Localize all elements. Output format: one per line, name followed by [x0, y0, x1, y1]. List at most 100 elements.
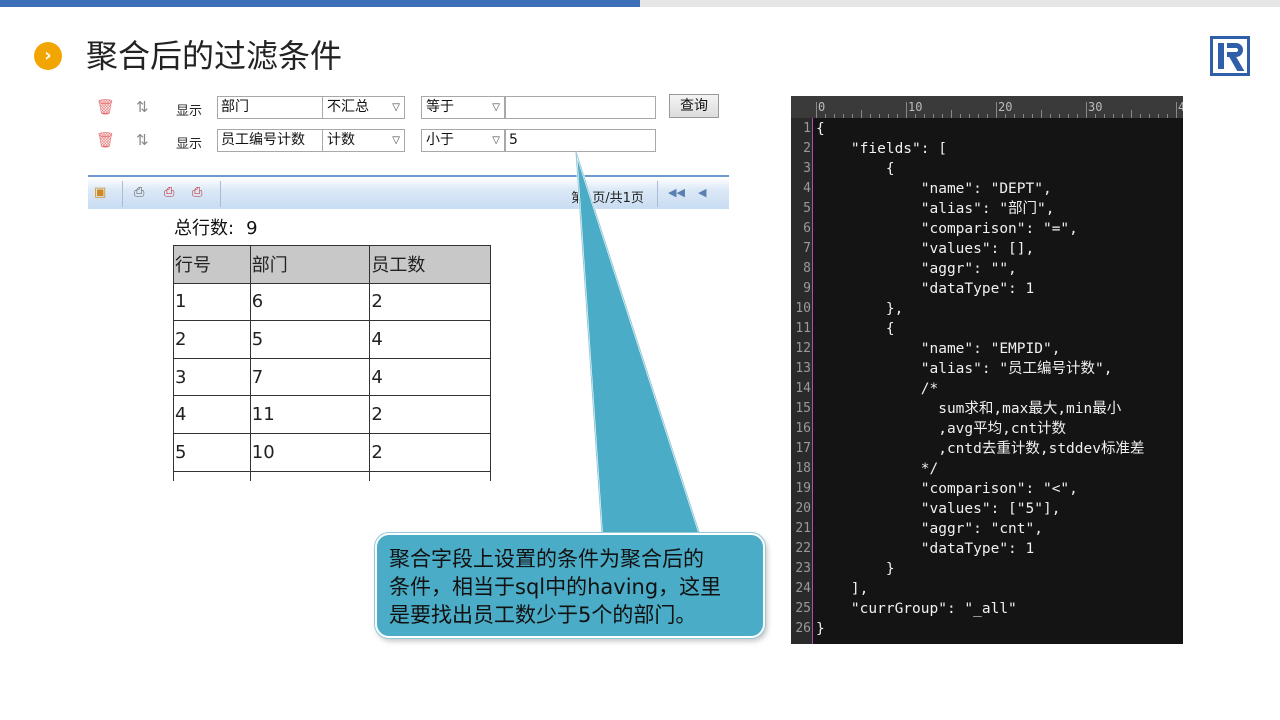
sort-icon[interactable]: ⇅	[136, 98, 150, 116]
print-preview-icon[interactable]: ⎙	[192, 185, 208, 201]
r-logo-icon	[1210, 36, 1250, 76]
chevron-down-icon: ▽	[392, 135, 400, 146]
field-name-input[interactable]: 部门	[217, 96, 323, 119]
table-cell: 11	[249, 395, 371, 434]
callout-box: 聚合字段上设置的条件为聚合后的 条件，相当于sql中的having，这里 是要找…	[375, 533, 765, 638]
top-gray-bar	[640, 0, 1280, 7]
show-label: 显示	[176, 104, 203, 119]
line-number: 3	[803, 161, 811, 176]
ruler-tick	[1149, 114, 1150, 118]
line-number: 11	[795, 321, 811, 336]
show-label: 显示	[176, 137, 203, 152]
ruler-label: 0	[818, 100, 826, 114]
ruler-tick	[879, 114, 880, 118]
chevron-down-icon: ▽	[392, 102, 400, 113]
field-name-input[interactable]: 员工编号计数	[217, 129, 323, 152]
ruler-tick	[825, 114, 826, 118]
table-cell: 1	[173, 282, 251, 322]
aggregate-select[interactable]: 不汇总 ▽	[322, 96, 405, 119]
print-pdf-icon[interactable]: ⎙	[164, 185, 180, 201]
ruler-tick	[987, 114, 988, 118]
table-cell: 5	[173, 432, 251, 472]
toolbar-divider	[122, 181, 123, 207]
code-line: "aggr": "",	[816, 261, 1017, 277]
line-number: 21	[795, 521, 811, 536]
value-input[interactable]	[505, 96, 656, 119]
callout-line: 是要找出员工数少于5个的部门。	[389, 603, 697, 627]
ruler-tick	[816, 102, 817, 118]
ruler-tick	[1050, 114, 1051, 118]
code-line: "values": [],	[816, 241, 1035, 257]
total-rows-value: 9	[246, 218, 258, 239]
code-line: "dataType": 1	[816, 541, 1035, 557]
query-button[interactable]: 查询	[669, 94, 719, 118]
ruler-tick	[951, 110, 952, 118]
ruler-tick	[1032, 114, 1033, 118]
ruler-tick	[1086, 102, 1087, 118]
ruler-tick	[942, 114, 943, 118]
ruler-tick	[888, 114, 889, 118]
code-line: "currGroup": "_all"	[816, 601, 1017, 617]
line-number: 26	[795, 621, 811, 636]
line-number: 20	[795, 501, 811, 516]
ruler-label: 40	[1178, 100, 1183, 114]
line-number: 18	[795, 461, 811, 476]
callout-line: 条件，相当于sql中的having，这里	[389, 575, 722, 599]
line-number: 24	[795, 581, 811, 596]
sort-icon[interactable]: ⇅	[136, 131, 150, 149]
ruler-tick	[897, 114, 898, 118]
code-line: ,cntd去重计数,stddev标准差	[816, 441, 1145, 457]
line-number: 17	[795, 441, 811, 456]
slide-title: 聚合后的过滤条件	[86, 37, 343, 75]
callout-pointer	[575, 151, 702, 536]
ruler-tick	[996, 102, 997, 118]
ruler-tick	[906, 102, 907, 118]
chevron-down-icon: ▽	[492, 135, 500, 146]
code-line: "alias": "部门",	[816, 201, 1055, 217]
code-line: "dataType": 1	[816, 281, 1035, 297]
code-line: "name": "EMPID",	[816, 341, 1061, 357]
trash-icon[interactable]: 🗑	[96, 99, 115, 115]
ruler-tick	[1140, 114, 1141, 118]
ruler-tick	[969, 114, 970, 118]
print-icon[interactable]: ⎙	[134, 185, 150, 201]
code-line: "values": ["5"],	[816, 501, 1061, 517]
code-line: {	[816, 161, 895, 177]
code-line: "aggr": "cnt",	[816, 521, 1043, 537]
ruler-tick	[834, 114, 835, 118]
line-number: 4	[803, 181, 811, 196]
line-number-gutter: 1 2 3 4 5 6 7 8 9 10 11 12 13 14 15 16 17 18 19 20 21 22 23 24 2…	[791, 118, 813, 644]
table-row: 2 5 4	[173, 320, 491, 359]
ruler-tick	[1005, 114, 1006, 118]
line-number: 1	[803, 121, 811, 136]
ruler-tick	[1059, 114, 1060, 118]
table-cell: 4	[173, 395, 251, 434]
ruler-tick	[1014, 114, 1015, 118]
line-number: 9	[803, 281, 811, 296]
ruler-label: 30	[1088, 100, 1103, 114]
ruler-tick	[861, 110, 862, 118]
table-cell: 4	[369, 320, 491, 359]
operator-select[interactable]: 小于 ▽	[421, 129, 505, 152]
operator-select[interactable]: 等于 ▽	[421, 96, 505, 119]
ruler-tick	[924, 114, 925, 118]
export-icon[interactable]: ▣	[94, 185, 110, 201]
ruler-tick	[1176, 102, 1177, 118]
json-editor[interactable]: 010203040 123456789101112131415161718192…	[791, 96, 1183, 644]
column-header: 行号	[173, 245, 251, 284]
chevron-right-icon: ›	[34, 42, 62, 70]
table-cell: 5	[249, 320, 371, 359]
code-line: "comparison": "<",	[816, 481, 1078, 497]
column-ruler: 0 10 20 30 40	[791, 96, 1183, 118]
code-line: }	[816, 621, 825, 637]
code-line: },	[816, 301, 904, 317]
line-number: 10	[795, 301, 811, 316]
ruler-tick	[1131, 110, 1132, 118]
total-rows: 总行数: 9	[174, 214, 258, 240]
code-line: "alias": "员工编号计数",	[816, 361, 1113, 377]
trash-icon[interactable]: 🗑	[96, 132, 115, 148]
code-line: "fields": [	[816, 141, 947, 157]
aggregate-select[interactable]: 计数 ▽	[322, 129, 405, 152]
ruler-tick	[933, 114, 934, 118]
ruler-tick	[960, 114, 961, 118]
